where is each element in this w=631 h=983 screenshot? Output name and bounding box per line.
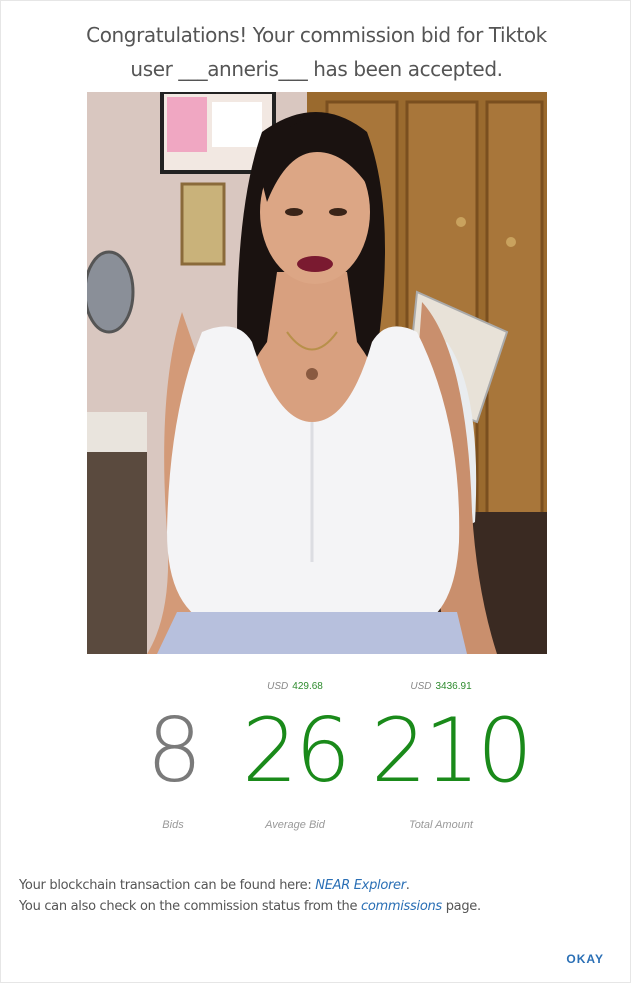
average-bid-stat: USD 429.68 26 Average Bid: [239, 681, 351, 831]
average-bid-value: 26: [242, 699, 351, 802]
blockchain-line: Your blockchain transaction can be found…: [19, 875, 481, 896]
bids-stat: 8 Bids: [129, 681, 217, 832]
commission-accepted-dialog: Congratulations! Your commission bid for…: [0, 0, 631, 983]
blockchain-line-suffix: .: [405, 878, 410, 893]
average-bid-caption: Average Bid: [265, 819, 325, 831]
total-amount-stat: USD 3436.91 210 Total Amount: [371, 681, 533, 831]
total-amount-usd-amount: 3436.91: [435, 681, 472, 692]
commission-status-suffix: page.: [441, 899, 481, 914]
total-amount-caption: Total Amount: [408, 819, 473, 831]
commission-status-prefix: You can also check on the commission sta…: [19, 899, 362, 914]
blockchain-line-prefix: Your blockchain transaction can be found…: [19, 878, 316, 893]
dialog-title-line-2: user ___anneris___ has been accepted.: [130, 57, 503, 81]
profile-photo: [87, 92, 547, 654]
dialog-title: Congratulations! Your commission bid for…: [1, 18, 631, 86]
bids-caption: Bids: [162, 819, 184, 831]
total-amount-currency: USD: [410, 681, 432, 692]
commission-status-line: You can also check on the commission sta…: [19, 896, 481, 917]
near-explorer-link[interactable]: NEAR Explorer: [315, 878, 406, 893]
okay-button[interactable]: OKAY: [564, 948, 606, 970]
total-amount-value: 210: [371, 699, 533, 802]
profile-photo-illustration: [87, 92, 547, 654]
average-bid-currency: USD: [267, 681, 289, 692]
average-bid-usd-amount: 429.68: [292, 681, 323, 692]
dialog-footer-text: Your blockchain transaction can be found…: [19, 875, 481, 917]
bids-count: 8: [146, 699, 203, 802]
commissions-link[interactable]: commissions: [361, 899, 442, 914]
dialog-title-line-1: Congratulations! Your commission bid for…: [86, 23, 547, 47]
